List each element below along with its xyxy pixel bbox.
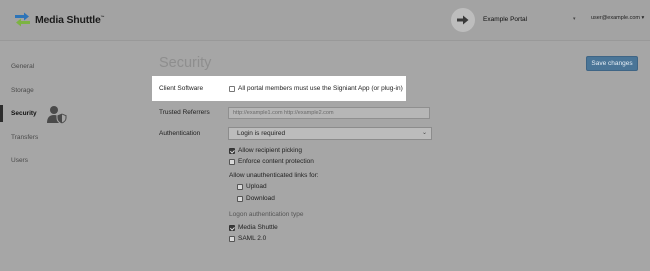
media-shuttle-logo-icon [15, 12, 30, 27]
user-menu[interactable]: user@example.com ▾ [591, 15, 644, 21]
logon-media-shuttle-label: Media Shuttle [238, 224, 278, 231]
unauth-download-checkbox[interactable] [237, 196, 243, 202]
users-shield-icon [47, 106, 68, 124]
save-changes-button[interactable]: Save changes [586, 56, 638, 71]
portal-switcher-icon[interactable] [451, 8, 475, 32]
trusted-referrers-input[interactable]: http://example1.com http://example2.com [228, 107, 430, 119]
sidebar-item-transfers[interactable]: Transfers [11, 134, 38, 141]
client-software-checkbox[interactable] [229, 86, 235, 92]
unauth-upload-checkbox[interactable] [237, 184, 243, 190]
sidebar-item-general[interactable]: General [11, 63, 34, 70]
app-logo[interactable]: Media Shuttle™ [14, 12, 105, 27]
authentication-select[interactable]: Login is required ⌄ [228, 127, 432, 140]
arrow-right-icon [457, 15, 469, 25]
select-chevron-icon: ⌄ [421, 130, 427, 136]
portal-name[interactable]: Example Portal [483, 16, 527, 23]
client-software-label: Client Software [159, 85, 204, 92]
logon-authentication-heading: Logon authentication type [229, 211, 304, 218]
app-name: Media Shuttle™ [35, 13, 105, 26]
sidebar-item-storage[interactable]: Storage [11, 87, 34, 94]
active-indicator [0, 105, 3, 122]
logon-media-shuttle-checkbox[interactable] [229, 225, 235, 231]
unauthenticated-links-heading: Allow unauthenticated links for: [229, 172, 319, 179]
sidebar-item-users[interactable]: Users [11, 157, 28, 164]
enforce-content-protection-label: Enforce content protection [238, 158, 314, 165]
logon-saml-label: SAML 2.0 [238, 235, 267, 242]
authentication-label: Authentication [159, 130, 201, 137]
sidebar-item-security[interactable]: Security [11, 110, 37, 117]
page-title: Security [159, 55, 212, 71]
allow-recipient-picking-checkbox[interactable] [229, 148, 235, 154]
client-software-checkbox-label: All portal members must use the Signiant… [238, 85, 403, 92]
authentication-select-value: Login is required [237, 130, 286, 137]
allow-recipient-picking-label: Allow recipient picking [238, 147, 302, 154]
portal-dropdown-chevron-icon[interactable]: ▾ [573, 16, 576, 22]
unauth-upload-label: Upload [246, 183, 267, 190]
trusted-referrers-label: Trusted Referrers [159, 109, 210, 116]
logon-saml-checkbox[interactable] [229, 236, 235, 242]
top-header: Media Shuttle™ Example Portal ▾ user@exa… [0, 0, 650, 41]
enforce-content-protection-checkbox[interactable] [229, 159, 235, 165]
unauth-download-label: Download [246, 195, 275, 202]
sidebar: General Storage Security Transfers Users [0, 41, 140, 271]
